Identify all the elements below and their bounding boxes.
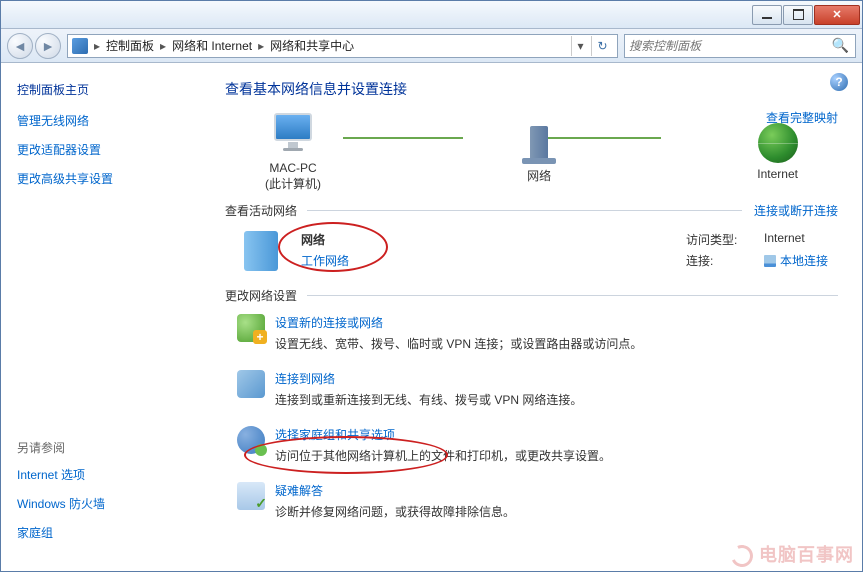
page-title: 查看基本网络信息并设置连接 xyxy=(225,79,838,99)
homegroup-icon xyxy=(237,426,265,454)
map-node-label: MAC-PC xyxy=(269,161,316,175)
setting-title[interactable]: 选择家庭组和共享选项 xyxy=(275,426,611,443)
network-info: 网络 工作网络 xyxy=(301,231,349,269)
sidebar-link-wireless[interactable]: 管理无线网络 xyxy=(17,112,185,129)
signal-icon xyxy=(764,255,776,267)
titlebar xyxy=(1,1,862,29)
map-node-computer: MAC-PC (此计算机) xyxy=(265,113,321,192)
setting-new-connection: 设置新的连接或网络 设置无线、宽带、拨号、临时或 VPN 连接；或设置路由器或访… xyxy=(225,314,838,352)
setting-desc: 设置无线、宽带、拨号、临时或 VPN 连接；或设置路由器或访问点。 xyxy=(275,335,642,352)
breadcrumb-arrow-icon: ▸ xyxy=(158,39,168,53)
address-bar[interactable]: ▸ 控制面板 ▸ 网络和 Internet ▸ 网络和共享中心 ▾ ↻ xyxy=(67,34,618,58)
sidebar-alsosee-internet[interactable]: Internet 选项 xyxy=(17,466,185,483)
globe-icon xyxy=(758,123,798,163)
setting-homegroup: 选择家庭组和共享选项 访问位于其他网络计算机上的文件和打印机，或更改共享设置。 xyxy=(225,426,838,464)
setting-title[interactable]: 疑难解答 xyxy=(275,482,515,499)
sidebar: 控制面板主页 管理无线网络 更改适配器设置 更改高级共享设置 另请参阅 Inte… xyxy=(1,63,201,571)
breadcrumb-seg[interactable]: 网络和共享中心 xyxy=(266,37,358,54)
divider xyxy=(307,295,838,296)
refresh-button[interactable]: ↻ xyxy=(591,36,613,56)
map-node-network: 网络 xyxy=(519,121,559,185)
network-type-link[interactable]: 工作网络 xyxy=(301,252,349,269)
back-button[interactable]: ◄ xyxy=(7,33,33,59)
active-networks-section: 查看活动网络 连接或断开连接 网络 工作网络 访问类型: Internet xyxy=(225,202,838,281)
active-network-item: 网络 工作网络 访问类型: Internet 连接: 本地连接 xyxy=(225,227,838,281)
forward-button[interactable]: ► xyxy=(35,33,61,59)
breadcrumb-arrow-icon: ▸ xyxy=(256,39,266,53)
breadcrumb-seg[interactable]: 网络和 Internet xyxy=(168,37,256,54)
address-row: ◄ ► ▸ 控制面板 ▸ 网络和 Internet ▸ 网络和共享中心 ▾ ↻ … xyxy=(1,29,862,63)
search-box: 🔍 xyxy=(624,34,856,58)
network-map: MAC-PC (此计算机) 网络 Internet xyxy=(265,113,798,192)
settings-list: 设置新的连接或网络 设置无线、宽带、拨号、临时或 VPN 连接；或设置路由器或访… xyxy=(225,314,838,520)
section-header: 查看活动网络 连接或断开连接 xyxy=(225,202,838,219)
nav-buttons: ◄ ► xyxy=(7,33,61,59)
address-dropdown-button[interactable]: ▾ xyxy=(571,36,589,56)
sidebar-home[interactable]: 控制面板主页 xyxy=(17,81,185,98)
maximize-button[interactable] xyxy=(783,5,813,25)
sidebar-alsosee-firewall[interactable]: Windows 防火墙 xyxy=(17,495,185,512)
setting-desc: 访问位于其他网络计算机上的文件和打印机，或更改共享设置。 xyxy=(275,447,611,464)
map-line xyxy=(541,137,661,139)
divider xyxy=(307,210,742,211)
window: ◄ ► ▸ 控制面板 ▸ 网络和 Internet ▸ 网络和共享中心 ▾ ↻ … xyxy=(0,0,863,572)
close-button[interactable] xyxy=(814,5,860,25)
content: ? 查看基本网络信息并设置连接 查看完整映射 MAC-PC(此计算机) 网络 xyxy=(201,63,862,571)
setting-title[interactable]: 设置新的连接或网络 xyxy=(275,314,642,331)
map-node-label: 网络 xyxy=(527,169,551,185)
setting-title[interactable]: 连接到网络 xyxy=(275,370,582,387)
connect-disconnect-link[interactable]: 连接或断开连接 xyxy=(754,202,838,219)
access-value: Internet xyxy=(764,231,805,248)
minimize-button[interactable] xyxy=(752,5,782,25)
body: 控制面板主页 管理无线网络 更改适配器设置 更改高级共享设置 另请参阅 Inte… xyxy=(1,63,862,571)
connect-network-icon xyxy=(237,370,265,398)
breadcrumb-arrow-icon: ▸ xyxy=(92,39,102,53)
section-label: 查看活动网络 xyxy=(225,202,297,219)
sidebar-link-sharing[interactable]: 更改高级共享设置 xyxy=(17,170,185,187)
new-connection-icon xyxy=(237,314,265,342)
connection-value: 本地连接 xyxy=(780,252,828,269)
breadcrumb-seg[interactable]: 控制面板 xyxy=(102,37,158,54)
sidebar-alsosee-header: 另请参阅 xyxy=(17,439,185,456)
setting-desc: 连接到或重新连接到无线、有线、拨号或 VPN 网络连接。 xyxy=(275,391,582,408)
search-input[interactable] xyxy=(629,39,830,53)
connection-label: 连接: xyxy=(686,252,746,269)
watermark: 电脑百事网 xyxy=(731,541,854,567)
setting-desc: 诊断并修复网络问题，或获得故障排除信息。 xyxy=(275,503,515,520)
troubleshoot-icon xyxy=(237,482,265,510)
section-header: 更改网络设置 xyxy=(225,287,838,304)
control-panel-icon xyxy=(72,38,88,54)
map-node-label: Internet xyxy=(757,167,798,183)
server-icon xyxy=(519,121,559,165)
map-line xyxy=(343,137,463,139)
network-access: 访问类型: Internet 连接: 本地连接 xyxy=(686,231,828,273)
map-node-sublabel: (此计算机) xyxy=(265,177,321,191)
connection-link[interactable]: 本地连接 xyxy=(764,252,828,269)
watermark-icon xyxy=(728,542,756,570)
network-icon xyxy=(235,231,287,277)
section-label: 更改网络设置 xyxy=(225,287,297,304)
setting-connect-network: 连接到网络 连接到或重新连接到无线、有线、拨号或 VPN 网络连接。 xyxy=(225,370,838,408)
watermark-text: 电脑百事网 xyxy=(759,545,854,565)
help-icon[interactable]: ? xyxy=(830,73,848,91)
map-node-internet: Internet xyxy=(757,123,798,183)
sidebar-alsosee-homegroup[interactable]: 家庭组 xyxy=(17,524,185,541)
search-icon[interactable]: 🔍 xyxy=(830,37,851,54)
change-settings-section: 更改网络设置 设置新的连接或网络 设置无线、宽带、拨号、临时或 VPN 连接；或… xyxy=(225,287,838,520)
setting-troubleshoot: 疑难解答 诊断并修复网络问题，或获得故障排除信息。 xyxy=(225,482,838,520)
network-name: 网络 xyxy=(301,231,349,248)
sidebar-link-adapter[interactable]: 更改适配器设置 xyxy=(17,141,185,158)
computer-icon xyxy=(269,113,317,157)
access-label: 访问类型: xyxy=(686,231,746,248)
